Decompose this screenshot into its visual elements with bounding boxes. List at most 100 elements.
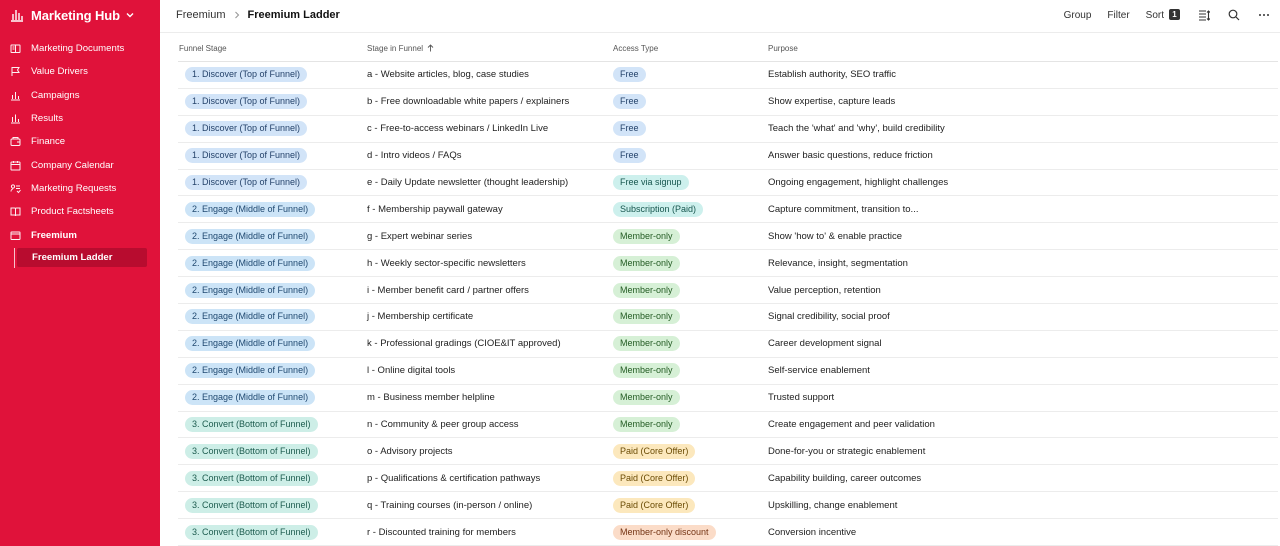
cell-funnel-stage[interactable]: 2. Engage (Middle of Funnel)	[178, 363, 367, 379]
cell-funnel-stage[interactable]: 3. Convert (Bottom of Funnel)	[178, 443, 367, 459]
sidebar-subitem-freemium-ladder[interactable]: Freemium Ladder	[17, 247, 147, 267]
cell-purpose[interactable]: Show 'how to' & enable practice	[768, 231, 1268, 242]
cell-funnel-stage[interactable]: 2. Engage (Middle of Funnel)	[178, 282, 367, 298]
cell-purpose[interactable]: Trusted support	[768, 392, 1268, 403]
cell-stage-in-funnel[interactable]: p - Qualifications & certification pathw…	[367, 473, 613, 484]
sidebar-item-value-drivers[interactable]: Value Drivers	[0, 60, 160, 83]
search-icon[interactable]	[1228, 9, 1240, 21]
cell-purpose[interactable]: Done-for-you or strategic enablement	[768, 446, 1268, 457]
column-header-stage-in-funnel[interactable]: Stage in Funnel	[367, 44, 613, 53]
cell-funnel-stage[interactable]: 2. Engage (Middle of Funnel)	[178, 201, 367, 217]
cell-access-type[interactable]: Member-only	[613, 228, 768, 244]
table-row[interactable]: 2. Engage (Middle of Funnel) h - Weekly s…	[178, 250, 1278, 278]
cell-access-type[interactable]: Member-only	[613, 417, 768, 433]
cell-purpose[interactable]: Conversion incentive	[768, 527, 1268, 538]
cell-funnel-stage[interactable]: 3. Convert (Bottom of Funnel)	[178, 497, 367, 513]
cell-access-type[interactable]: Free	[613, 67, 768, 83]
cell-stage-in-funnel[interactable]: c - Free-to-access webinars / LinkedIn L…	[367, 123, 613, 134]
workspace-switcher[interactable]: Marketing Hub	[0, 0, 160, 30]
cell-purpose[interactable]: Ongoing engagement, highlight challenges	[768, 177, 1268, 188]
cell-stage-in-funnel[interactable]: k - Professional gradings (CIOE&IT appro…	[367, 338, 613, 349]
cell-funnel-stage[interactable]: 1. Discover (Top of Funnel)	[178, 94, 367, 110]
cell-purpose[interactable]: Establish authority, SEO traffic	[768, 69, 1268, 80]
sidebar-item-product-factsheets[interactable]: Product Factsheets	[0, 200, 160, 223]
table-row[interactable]: 2. Engage (Middle of Funnel) j - Membersh…	[178, 304, 1278, 331]
cell-purpose[interactable]: Relevance, insight, segmentation	[768, 258, 1268, 269]
cell-access-type[interactable]: Member-only	[613, 255, 768, 271]
cell-access-type[interactable]: Paid (Core Offer)	[613, 443, 768, 459]
cell-purpose[interactable]: Upskilling, change enablement	[768, 500, 1268, 511]
cell-funnel-stage[interactable]: 3. Convert (Bottom of Funnel)	[178, 470, 367, 486]
cell-access-type[interactable]: Free	[613, 94, 768, 110]
table-row[interactable]: 3. Convert (Bottom of Funnel) r - Discoun…	[178, 519, 1278, 546]
cell-funnel-stage[interactable]: 2. Engage (Middle of Funnel)	[178, 390, 367, 406]
cell-stage-in-funnel[interactable]: a - Website articles, blog, case studies	[367, 69, 613, 80]
cell-stage-in-funnel[interactable]: b - Free downloadable white papers / exp…	[367, 96, 613, 107]
cell-stage-in-funnel[interactable]: q - Training courses (in-person / online…	[367, 500, 613, 511]
sidebar-item-company-calendar[interactable]: Company Calendar	[0, 153, 160, 176]
column-header-purpose[interactable]: Purpose	[768, 44, 1268, 53]
row-height-icon[interactable]	[1198, 9, 1210, 21]
sidebar-item-marketing-documents[interactable]: Marketing Documents	[0, 37, 160, 60]
cell-funnel-stage[interactable]: 2. Engage (Middle of Funnel)	[178, 309, 367, 325]
table-row[interactable]: 3. Convert (Bottom of Funnel) p - Qualifi…	[178, 465, 1278, 493]
cell-access-type[interactable]: Paid (Core Offer)	[613, 470, 768, 486]
more-options-icon[interactable]	[1258, 9, 1270, 21]
cell-access-type[interactable]: Subscription (Paid)	[613, 201, 768, 217]
cell-access-type[interactable]: Free	[613, 148, 768, 164]
cell-stage-in-funnel[interactable]: j - Membership certificate	[367, 311, 613, 322]
cell-purpose[interactable]: Signal credibility, social proof	[768, 311, 1268, 322]
cell-purpose[interactable]: Value perception, retention	[768, 285, 1268, 296]
cell-access-type[interactable]: Free	[613, 121, 768, 137]
sidebar-item-finance[interactable]: Finance	[0, 130, 160, 153]
table-row[interactable]: 1. Discover (Top of Funnel) c - Free-to-a…	[178, 116, 1278, 143]
cell-access-type[interactable]: Member-only	[613, 282, 768, 298]
filter-button[interactable]: Filter	[1107, 10, 1129, 21]
cell-access-type[interactable]: Member-only	[613, 309, 768, 325]
sidebar-item-freemium[interactable]: Freemium	[0, 223, 160, 246]
table-row[interactable]: 1. Discover (Top of Funnel) a - Website a…	[178, 62, 1278, 89]
cell-purpose[interactable]: Self-service enablement	[768, 365, 1268, 376]
cell-stage-in-funnel[interactable]: f - Membership paywall gateway	[367, 204, 613, 215]
cell-stage-in-funnel[interactable]: m - Business member helpline	[367, 392, 613, 403]
table-row[interactable]: 3. Convert (Bottom of Funnel) q - Trainin…	[178, 492, 1278, 520]
table-row[interactable]: 2. Engage (Middle of Funnel) l - Online d…	[178, 358, 1278, 385]
cell-stage-in-funnel[interactable]: i - Member benefit card / partner offers	[367, 285, 613, 296]
cell-access-type[interactable]: Member-only	[613, 363, 768, 379]
cell-stage-in-funnel[interactable]: g - Expert webinar series	[367, 231, 613, 242]
cell-purpose[interactable]: Create engagement and peer validation	[768, 419, 1268, 430]
cell-access-type[interactable]: Paid (Core Offer)	[613, 497, 768, 513]
cell-stage-in-funnel[interactable]: n - Community & peer group access	[367, 419, 613, 430]
sidebar-item-marketing-requests[interactable]: Marketing Requests	[0, 177, 160, 200]
table-row[interactable]: 1. Discover (Top of Funnel) e - Daily Upd…	[178, 170, 1278, 197]
breadcrumb-parent[interactable]: Freemium	[176, 9, 226, 21]
table-row[interactable]: 2. Engage (Middle of Funnel) m - Business…	[178, 385, 1278, 412]
cell-funnel-stage[interactable]: 3. Convert (Bottom of Funnel)	[178, 524, 367, 540]
cell-funnel-stage[interactable]: 2. Engage (Middle of Funnel)	[178, 255, 367, 271]
cell-access-type[interactable]: Member-only	[613, 336, 768, 352]
cell-purpose[interactable]: Teach the 'what' and 'why', build credib…	[768, 123, 1268, 134]
cell-funnel-stage[interactable]: 1. Discover (Top of Funnel)	[178, 148, 367, 164]
cell-purpose[interactable]: Answer basic questions, reduce friction	[768, 150, 1268, 161]
sidebar-item-campaigns[interactable]: Campaigns	[0, 84, 160, 107]
cell-stage-in-funnel[interactable]: d - Intro videos / FAQs	[367, 150, 613, 161]
cell-stage-in-funnel[interactable]: o - Advisory projects	[367, 446, 613, 457]
cell-funnel-stage[interactable]: 1. Discover (Top of Funnel)	[178, 67, 367, 83]
table-row[interactable]: 3. Convert (Bottom of Funnel) n - Communi…	[178, 412, 1278, 439]
cell-stage-in-funnel[interactable]: r - Discounted training for members	[367, 527, 613, 538]
cell-funnel-stage[interactable]: 2. Engage (Middle of Funnel)	[178, 336, 367, 352]
cell-stage-in-funnel[interactable]: h - Weekly sector-specific newsletters	[367, 258, 613, 269]
column-header-access-type[interactable]: Access Type	[613, 44, 768, 53]
group-button[interactable]: Group	[1064, 10, 1092, 21]
sidebar-item-results[interactable]: Results	[0, 107, 160, 130]
table-row[interactable]: 1. Discover (Top of Funnel) d - Intro vid…	[178, 143, 1278, 170]
sort-button[interactable]: Sort 1	[1146, 9, 1180, 21]
cell-access-type[interactable]: Free via signup	[613, 175, 768, 190]
table-row[interactable]: 3. Convert (Bottom of Funnel) o - Advisor…	[178, 438, 1278, 466]
cell-access-type[interactable]: Member-only discount	[613, 524, 768, 540]
table-row[interactable]: 2. Engage (Middle of Funnel) i - Member b…	[178, 277, 1278, 305]
cell-funnel-stage[interactable]: 1. Discover (Top of Funnel)	[178, 121, 367, 137]
cell-purpose[interactable]: Capture commitment, transition to...	[768, 204, 1268, 215]
table-row[interactable]: 2. Engage (Middle of Funnel) k - Professi…	[178, 331, 1278, 358]
cell-funnel-stage[interactable]: 1. Discover (Top of Funnel)	[178, 175, 367, 190]
